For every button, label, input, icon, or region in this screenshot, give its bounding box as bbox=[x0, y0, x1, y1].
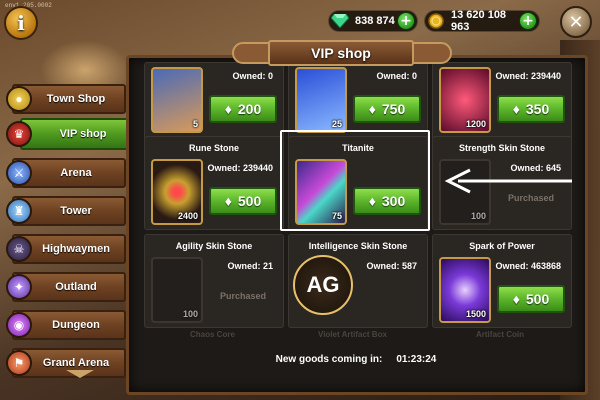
grand-arena-icon: ⚑ bbox=[6, 350, 32, 376]
vip-crown-icon: ♛ bbox=[6, 121, 32, 147]
blue-chest-icon: 25 bbox=[295, 67, 347, 133]
rune-stone-icon: 2400 bbox=[151, 159, 203, 225]
owned-label: Owned: 239440 bbox=[495, 71, 561, 81]
gold-balance: 13 620 108 963 + bbox=[424, 9, 540, 33]
add-gems-button[interactable]: + bbox=[397, 12, 415, 30]
panel-title: VIP shop bbox=[268, 40, 414, 66]
owned-label: Owned: 0 bbox=[232, 71, 273, 81]
pointer-arrow-icon bbox=[444, 168, 572, 194]
sidebar-scroll-down-arrow[interactable] bbox=[66, 370, 94, 378]
buy-button[interactable]: ♦ 500 bbox=[209, 187, 277, 215]
ag-watermark-icon: AG bbox=[293, 255, 353, 315]
agility-skin-stone-icon: 100 bbox=[151, 257, 203, 323]
sword-icon: ⚔ bbox=[6, 160, 32, 186]
star-portal-icon: ✦ bbox=[6, 274, 32, 300]
purchased-label: Purchased bbox=[219, 291, 267, 301]
info-icon: i bbox=[17, 11, 25, 35]
sidebar-item-label: Outland bbox=[55, 281, 97, 293]
close-button[interactable]: ✕ bbox=[560, 6, 592, 38]
title-ornament-right bbox=[412, 42, 452, 64]
owned-label: Owned: 21 bbox=[227, 261, 273, 271]
gem-icon: ♦ bbox=[512, 101, 520, 117]
purple-orb-icon: ◉ bbox=[6, 312, 32, 338]
sidebar-item-label: Town Shop bbox=[46, 93, 106, 105]
item-count: 1200 bbox=[465, 119, 486, 129]
gem-icon bbox=[331, 12, 349, 30]
gem-icon: ♦ bbox=[224, 101, 232, 117]
shop-sidebar: Town Shop ● VIP shop ♛ Arena ⚔ Tower ♜ H… bbox=[0, 78, 142, 400]
item-name: Rune Stone bbox=[188, 143, 239, 153]
price-label: 750 bbox=[381, 101, 406, 117]
buy-button[interactable]: ♦ 200 bbox=[209, 95, 277, 123]
tower-icon: ♜ bbox=[6, 198, 32, 224]
next-row-label: Artifact Coin bbox=[476, 330, 524, 339]
add-gold-button[interactable]: + bbox=[519, 12, 537, 30]
item-count: 25 bbox=[331, 119, 342, 129]
price-label: 350 bbox=[525, 101, 550, 117]
item-count: 5 bbox=[192, 119, 198, 129]
shop-card-rune-stone[interactable]: Rune Stone 2400 Owned: 239440 ♦ 500 bbox=[144, 136, 284, 230]
sidebar-item-label: Highwaymen bbox=[42, 243, 110, 255]
gem-balance: 838 874 + bbox=[328, 10, 418, 32]
sidebar-item-label: VIP shop bbox=[59, 128, 107, 140]
gold-coin-icon bbox=[427, 12, 445, 30]
sidebar-item-label: Tower bbox=[60, 205, 92, 217]
owned-label: Owned: 239440 bbox=[207, 163, 273, 173]
title-ornament-left bbox=[232, 42, 272, 64]
bandit-mask-icon: ☠ bbox=[6, 236, 32, 262]
buy-button[interactable]: ♦ 750 bbox=[353, 95, 421, 123]
item-count: 2400 bbox=[177, 211, 198, 221]
owned-label: Owned: 587 bbox=[366, 261, 417, 271]
highlight-box bbox=[280, 130, 430, 231]
sidebar-item-label: Grand Arena bbox=[42, 357, 110, 369]
spark-of-power-icon: 1500 bbox=[439, 257, 491, 323]
buy-button[interactable]: ♦ 350 bbox=[497, 95, 565, 123]
item-count: 100 bbox=[470, 211, 486, 221]
info-button[interactable]: i bbox=[4, 6, 38, 40]
buy-button[interactable]: ♦ 500 bbox=[497, 285, 565, 313]
shop-card-spark-of-power[interactable]: Spark of Power 1500 Owned: 463868 ♦ 500 bbox=[432, 234, 572, 328]
refresh-timer-bar: New goods coming in: 01:23:24 bbox=[128, 348, 584, 370]
gem-icon: ♦ bbox=[224, 193, 232, 209]
item-count: 100 bbox=[182, 309, 198, 319]
item-name: Intelligence Skin Stone bbox=[308, 241, 408, 251]
item-count: 1500 bbox=[465, 309, 486, 319]
price-label: 500 bbox=[525, 291, 550, 307]
item-name: Agility Skin Stone bbox=[175, 241, 253, 251]
sidebar-item-label: Dungeon bbox=[52, 319, 100, 331]
shop-card-agility-skin-stone[interactable]: Agility Skin Stone 100 Owned: 21 Purchas… bbox=[144, 234, 284, 328]
purchased-label: Purchased bbox=[507, 193, 555, 203]
shop-card-intelligence-skin-stone[interactable]: Intelligence Skin Stone AG Owned: 587 bbox=[288, 234, 428, 328]
next-row-label: Violet Artifact Box bbox=[318, 330, 387, 339]
gem-icon: ♦ bbox=[368, 101, 376, 117]
gold-count: 13 620 108 963 bbox=[451, 9, 507, 33]
red-rune-icon: 1200 bbox=[439, 67, 491, 133]
coin-stack-icon: ● bbox=[6, 86, 32, 112]
close-icon: ✕ bbox=[568, 11, 584, 33]
price-label: 500 bbox=[237, 193, 262, 209]
owned-label: Owned: 463868 bbox=[495, 261, 561, 271]
gem-count: 838 874 bbox=[355, 15, 395, 27]
refresh-label: New goods coming in: bbox=[275, 353, 383, 365]
next-row-label: Chaos Core bbox=[190, 330, 235, 339]
price-label: 200 bbox=[237, 101, 262, 117]
gem-icon: ♦ bbox=[512, 291, 520, 307]
item-name: Strength Skin Stone bbox=[458, 143, 545, 153]
item-name: Spark of Power bbox=[469, 241, 535, 251]
sidebar-item-label: Arena bbox=[60, 167, 92, 179]
refresh-timer: 01:23:24 bbox=[396, 353, 437, 365]
sidebar-item-vip-shop[interactable]: VIP shop bbox=[20, 118, 142, 150]
owned-label: Owned: 0 bbox=[376, 71, 417, 81]
hero-portrait-icon: 5 bbox=[151, 67, 203, 133]
